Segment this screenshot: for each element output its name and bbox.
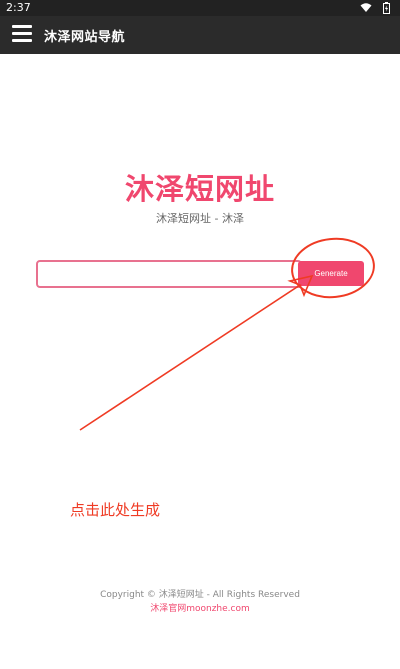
page-title: 沐泽短网址 (124, 172, 275, 206)
url-input[interactable] (36, 260, 302, 288)
annotation-overlay (79, 237, 375, 431)
status-bar: 2:37 (0, 0, 400, 16)
copyright-text: Copyright © 沐泽短网址 - All Rights Reserved (100, 590, 300, 600)
wifi-icon (360, 3, 372, 12)
app-bar: 沐泽网站导航 (0, 16, 400, 54)
annotation-arrow (79, 274, 314, 431)
status-time: 2:37 (6, 1, 31, 14)
generate-button[interactable]: Generate (298, 261, 364, 286)
page-subtitle: 沐泽短网址 - 沐泽 (156, 212, 244, 225)
app-title: 沐泽网站导航 (44, 30, 126, 45)
site-link[interactable]: 沐泽官网moonzhe.com (0, 601, 400, 614)
annotation-text: 点击此处生成 (70, 501, 161, 519)
hamburger-menu-icon[interactable] (12, 25, 32, 43)
battery-icon (383, 2, 390, 14)
